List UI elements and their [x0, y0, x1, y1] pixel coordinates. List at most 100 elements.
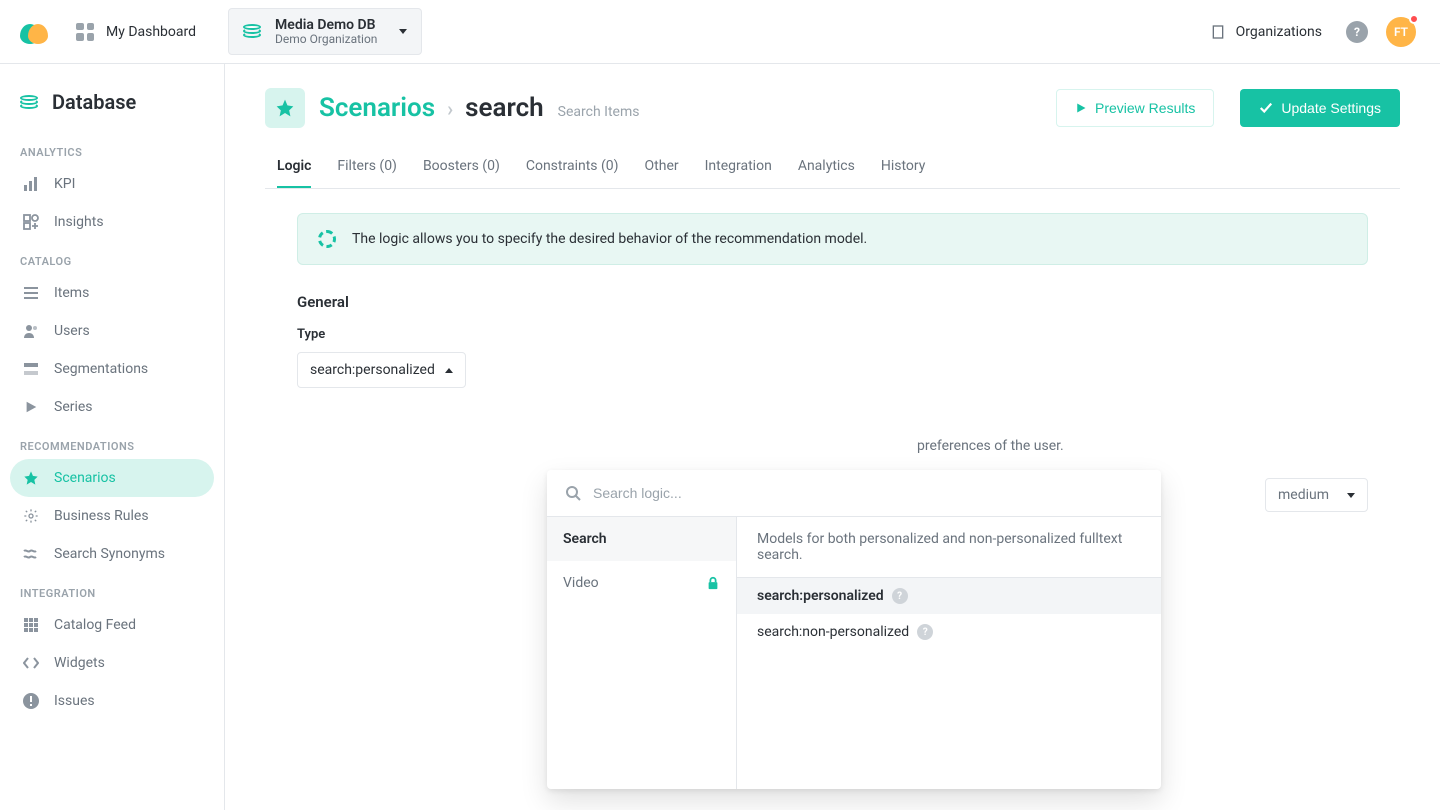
- page-header: Scenarios › search Search Items Preview …: [265, 88, 1400, 128]
- main-content: Scenarios › search Search Items Preview …: [225, 64, 1440, 810]
- sidebar-item-items[interactable]: Items: [10, 274, 214, 312]
- sidebar-item-catalog-feed[interactable]: Catalog Feed: [10, 606, 214, 644]
- play-icon: [1075, 102, 1087, 114]
- gear-icon: [22, 507, 40, 525]
- type-select-value: search:personalized: [310, 362, 435, 378]
- sidebar-item-label: Items: [54, 285, 89, 301]
- database-org: Demo Organization: [275, 33, 377, 47]
- sidebar-item-insights[interactable]: Insights: [10, 203, 214, 241]
- segment-icon: [22, 360, 40, 378]
- dropdown-help-text: Models for both personalized and non-per…: [737, 517, 1161, 578]
- sidebar-item-label: Widgets: [54, 655, 105, 671]
- sidebar-title-text: Database: [52, 90, 136, 114]
- database-icon: [243, 24, 263, 38]
- relevance-value: medium: [1278, 487, 1329, 503]
- breadcrumb-leaf: search: [465, 93, 544, 123]
- dropdown-option-label: search:personalized: [757, 588, 884, 604]
- sidebar-item-issues[interactable]: Issues: [10, 682, 214, 720]
- sidebar-item-label: KPI: [54, 176, 75, 192]
- type-select[interactable]: search:personalized: [297, 352, 466, 388]
- sidebar-group-recommendations: RECOMMENDATIONS: [10, 426, 214, 459]
- organizations-label: Organizations: [1236, 24, 1322, 40]
- update-settings-button[interactable]: Update Settings: [1240, 89, 1400, 127]
- database-icon: [20, 95, 40, 109]
- waves-icon: [22, 545, 40, 563]
- logic-search-input[interactable]: [591, 484, 1143, 502]
- sidebar-item-search-synonyms[interactable]: Search Synonyms: [10, 535, 214, 573]
- tab-analytics[interactable]: Analytics: [798, 146, 855, 188]
- sidebar-item-kpi[interactable]: KPI: [10, 165, 214, 203]
- sidebar-item-widgets[interactable]: Widgets: [10, 644, 214, 682]
- button-label: Preview Results: [1095, 100, 1195, 116]
- dropdown-category-label: Video: [563, 575, 599, 591]
- tab-boosters[interactable]: Boosters (0): [423, 146, 500, 188]
- dropdown-categories: Search Video: [547, 517, 737, 789]
- info-banner-text: The logic allows you to specify the desi…: [352, 231, 867, 247]
- alert-icon: [22, 692, 40, 710]
- sidebar-item-label: Segmentations: [54, 361, 148, 377]
- tab-constraints[interactable]: Constraints (0): [526, 146, 619, 188]
- lifebuoy-icon: [318, 230, 336, 248]
- chevron-down-icon: [399, 29, 407, 34]
- check-icon: [1259, 101, 1273, 115]
- help-icon[interactable]: ?: [917, 624, 933, 640]
- avatar-initials: FT: [1394, 25, 1408, 39]
- breadcrumb: Scenarios › search Search Items: [319, 93, 639, 123]
- my-dashboard-link[interactable]: My Dashboard: [76, 23, 196, 41]
- avatar[interactable]: FT: [1386, 17, 1416, 47]
- play-icon: [22, 398, 40, 416]
- sidebar: Database ANALYTICS KPI Insights CATALOG …: [0, 64, 225, 810]
- organizations-link[interactable]: Organizations: [1210, 24, 1322, 40]
- sidebar-group-analytics: ANALYTICS: [10, 132, 214, 165]
- search-icon: [565, 485, 581, 501]
- dashboard-icon: [76, 23, 94, 41]
- code-icon: [22, 654, 40, 672]
- topbar: My Dashboard Media Demo DB Demo Organiza…: [0, 0, 1440, 64]
- dropdown-category-label: Search: [563, 531, 607, 547]
- info-banner: The logic allows you to specify the desi…: [297, 213, 1368, 265]
- sidebar-item-series[interactable]: Series: [10, 388, 214, 426]
- sidebar-item-users[interactable]: Users: [10, 312, 214, 350]
- users-icon: [22, 322, 40, 340]
- chevron-right-icon: ›: [447, 97, 453, 121]
- sidebar-item-business-rules[interactable]: Business Rules: [10, 497, 214, 535]
- dropdown-category-search[interactable]: Search: [547, 517, 736, 561]
- sidebar-group-integration: INTEGRATION: [10, 573, 214, 606]
- sidebar-item-label: Catalog Feed: [54, 617, 136, 633]
- breadcrumb-sub: Search Items: [558, 104, 640, 120]
- sidebar-item-label: Users: [54, 323, 90, 339]
- chevron-down-icon: [1347, 493, 1355, 498]
- page-star-icon: [265, 88, 305, 128]
- help-button[interactable]: ?: [1346, 21, 1368, 43]
- dropdown-option-personalized[interactable]: search:personalized ?: [737, 578, 1161, 614]
- sidebar-item-label: Series: [54, 399, 93, 415]
- star-icon: [22, 469, 40, 487]
- relevance-select[interactable]: medium: [1265, 478, 1368, 512]
- sidebar-item-scenarios[interactable]: Scenarios: [10, 459, 214, 497]
- list-icon: [22, 284, 40, 302]
- tab-history[interactable]: History: [881, 146, 926, 188]
- dropdown-category-video[interactable]: Video: [547, 561, 736, 605]
- dropdown-option-nonpersonalized[interactable]: search:non-personalized ?: [737, 614, 1161, 650]
- sidebar-item-label: Scenarios: [54, 470, 116, 486]
- bar-chart-icon: [22, 175, 40, 193]
- tab-integration[interactable]: Integration: [705, 146, 772, 188]
- tab-logic[interactable]: Logic: [277, 146, 311, 188]
- sidebar-item-segmentations[interactable]: Segmentations: [10, 350, 214, 388]
- breadcrumb-root[interactable]: Scenarios: [319, 93, 435, 123]
- help-icon[interactable]: ?: [892, 588, 908, 604]
- section-heading: General: [297, 293, 1368, 311]
- sidebar-item-label: Search Synonyms: [54, 546, 165, 562]
- type-field-label: Type: [297, 327, 1368, 342]
- sidebar-title: Database: [10, 84, 214, 132]
- lock-icon: [706, 576, 720, 590]
- grid-icon: [22, 616, 40, 634]
- preview-results-button[interactable]: Preview Results: [1056, 89, 1214, 127]
- tab-filters[interactable]: Filters (0): [337, 146, 397, 188]
- tab-other[interactable]: Other: [645, 146, 679, 188]
- tabs: Logic Filters (0) Boosters (0) Constrain…: [265, 146, 1400, 189]
- logic-dropdown: Search Video Models for both personalize…: [547, 470, 1161, 789]
- chevron-up-icon: [445, 368, 453, 373]
- database-switcher[interactable]: Media Demo DB Demo Organization: [228, 8, 422, 56]
- general-section: General Type search:personalized prefere…: [297, 293, 1368, 454]
